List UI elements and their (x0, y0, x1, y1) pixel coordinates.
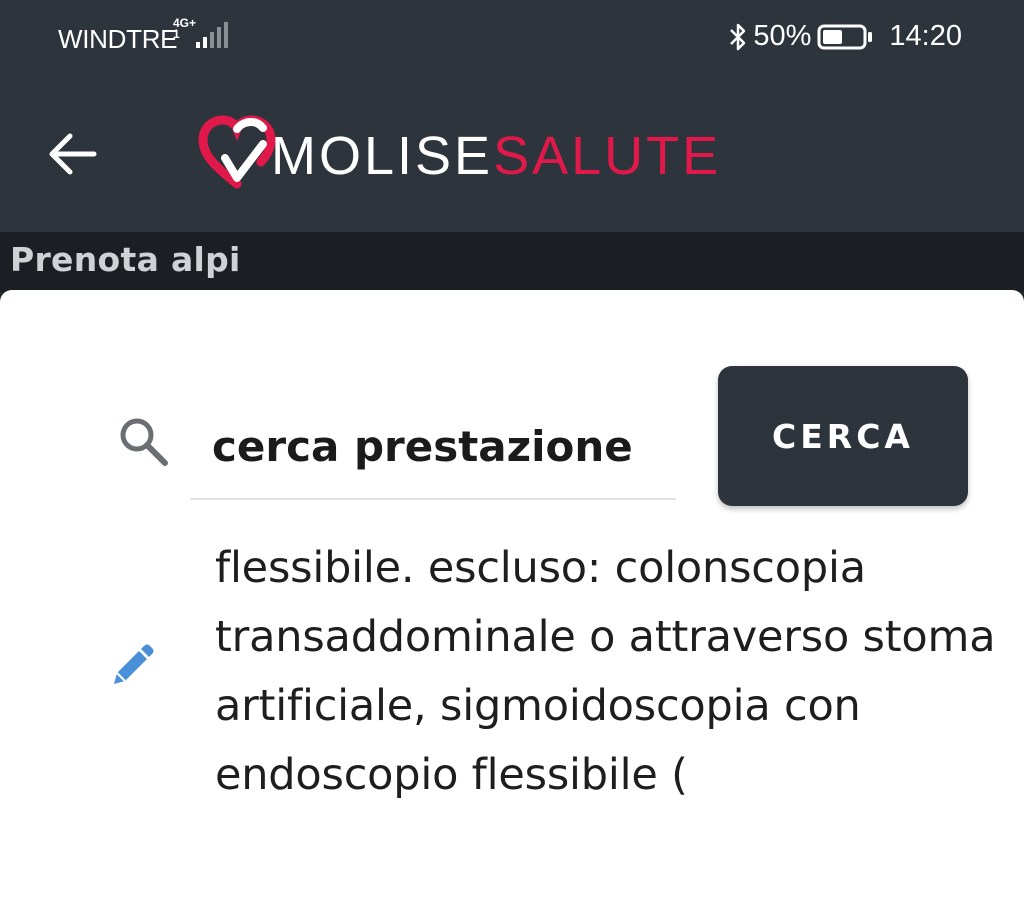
battery-percent: 50% (753, 20, 812, 52)
arrow-left-icon (49, 133, 97, 175)
heart-logo-icon (198, 115, 276, 189)
search-input[interactable] (190, 394, 676, 500)
status-right: 50% 14:20 (727, 20, 962, 53)
back-button[interactable] (40, 126, 104, 182)
battery-icon (817, 24, 873, 49)
section-title: Prenota alpi (10, 240, 241, 279)
app-logo: MOLISESALUTE (197, 114, 757, 200)
search-card: CERCA flessibile. escluso: colonscopia t… (0, 290, 1024, 910)
carrier-name: WINDTRE (58, 24, 178, 54)
app-bar: MOLISESALUTE (0, 78, 1024, 232)
search-icon (120, 418, 168, 466)
signal-icon (196, 22, 228, 48)
status-bar: WINDTRE 4G+ 1 50% 14:20 (0, 0, 1024, 78)
status-time: 14:20 (889, 20, 962, 52)
section-header: Prenota alpi (0, 232, 1024, 292)
pencil-icon[interactable] (106, 642, 156, 692)
network-sub: 1 (173, 27, 180, 41)
logo-wordmark: MOLISESALUTE (271, 124, 721, 188)
bluetooth-icon (730, 23, 746, 50)
network-type-badge: 4G+ 1 (173, 17, 196, 41)
logo-text-molise: MOLISE (271, 126, 494, 186)
result-description: flessibile. escluso: colonscopia transad… (215, 543, 996, 800)
search-button[interactable]: CERCA (718, 366, 968, 506)
logo-text-salute: SALUTE (493, 126, 722, 186)
